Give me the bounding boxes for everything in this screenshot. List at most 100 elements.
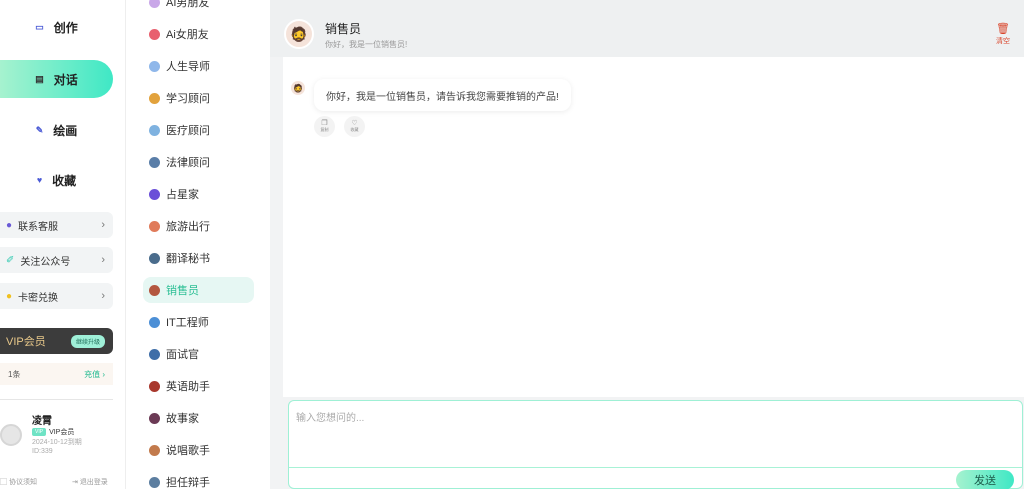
vip-badge: VIP xyxy=(32,428,47,436)
role-item[interactable]: IT工程师 xyxy=(143,309,254,335)
card-redeem-button[interactable]: ● 卡密兑换 › xyxy=(0,283,113,309)
side-button-label: 联系客服 xyxy=(18,221,59,233)
role-avatar-icon xyxy=(149,316,160,328)
people-icon: ● xyxy=(6,219,13,231)
nav-item-label: 收藏 xyxy=(52,173,77,188)
role-item[interactable]: 担任辩手 xyxy=(143,469,254,489)
vip-upgrade-button[interactable]: 继续升级 xyxy=(70,335,105,348)
logout-link[interactable]: ⇥ 退出登录 xyxy=(72,477,108,487)
nav-item-draw[interactable]: ✎ 绘画 xyxy=(0,111,113,149)
vip-count: 1条 xyxy=(8,369,21,379)
chat-icon: ▤ xyxy=(35,73,44,84)
follow-account-button[interactable]: ✐ 关注公众号 › xyxy=(0,247,113,273)
role-avatar-icon xyxy=(149,156,160,168)
nav-item-create[interactable]: ▭ 创作 xyxy=(0,8,113,46)
role-item[interactable]: 占星家 xyxy=(143,181,254,207)
copy-button[interactable]: ❐ 复制 xyxy=(314,116,335,137)
nav-item-favorites[interactable]: ♥ 收藏 xyxy=(0,161,113,199)
chevron-right-icon: › xyxy=(101,219,105,231)
role-label: 翻译秘书 xyxy=(166,253,210,265)
role-avatar-icon xyxy=(149,476,160,488)
role-item[interactable]: 人生导师 xyxy=(143,53,254,79)
avatar[interactable] xyxy=(0,424,22,446)
role-avatar-icon xyxy=(149,348,160,360)
favorite-button[interactable]: ♡ 收藏 xyxy=(344,116,365,137)
chat-header: 🧔 销售员 你好，我是一位销售员! 🗑 清空 xyxy=(270,0,1024,57)
role-avatar-icon xyxy=(149,284,160,296)
agreement-link[interactable]: ▢ 协议须知 xyxy=(0,477,37,487)
side-button-label: 关注公众号 xyxy=(20,256,71,268)
role-label: 法律顾问 xyxy=(166,157,210,169)
vip-card: VIP会员 继续升级 xyxy=(0,328,113,354)
role-item[interactable]: 英语助手 xyxy=(143,373,254,399)
role-avatar-icon xyxy=(149,28,160,40)
role-label: 人生导师 xyxy=(166,61,210,73)
chat-subtitle: 你好，我是一位销售员! xyxy=(325,40,408,49)
role-item[interactable]: 说唱歌手 xyxy=(143,437,254,463)
role-avatar-icon xyxy=(149,220,160,232)
role-item[interactable]: Ai女朋友 xyxy=(143,21,254,47)
role-avatar-icon xyxy=(149,188,160,200)
chevron-right-icon: › xyxy=(101,290,105,302)
divider xyxy=(0,399,113,400)
role-list: AI男朋友 Ai女朋友人生导师学习顾问医疗顾问法律顾问占星家旅游出行翻译秘书销售员… xyxy=(127,0,270,489)
role-item[interactable]: 旅游出行 xyxy=(143,213,254,239)
role-item[interactable]: AI男朋友 xyxy=(143,0,254,15)
role-label: 英语助手 xyxy=(166,381,210,393)
app-root: ▭ 创作 ▤ 对话 ✎ 绘画 ♥ 收藏 ● 联系客服 › ✐ 关注公众号 › ●… xyxy=(0,0,1024,489)
role-avatar-icon xyxy=(149,0,160,8)
chat-title: 销售员 xyxy=(325,22,362,36)
role-label: 担任辩手 xyxy=(166,477,210,489)
role-label: 学习顾问 xyxy=(166,93,210,105)
role-label: 占星家 xyxy=(166,189,199,201)
role-item[interactable]: 学习顾问 xyxy=(143,85,254,111)
contact-support-button[interactable]: ● 联系客服 › xyxy=(0,212,113,238)
role-label: 说唱歌手 xyxy=(166,445,210,457)
nav-item-chat[interactable]: ▤ 对话 xyxy=(0,60,113,98)
role-avatar-icon xyxy=(149,124,160,136)
message-bubble: 你好，我是一位销售员，请告诉我您需要推销的产品! xyxy=(314,79,571,111)
clear-label: 清空 xyxy=(996,38,1010,45)
nav-item-label: 对话 xyxy=(53,72,78,87)
role-item[interactable]: 医疗顾问 xyxy=(143,117,254,143)
role-item[interactable]: 面试官 xyxy=(143,341,254,367)
role-avatar-icon xyxy=(149,412,160,424)
role-label: 旅游出行 xyxy=(166,221,210,233)
message-input[interactable] xyxy=(289,401,1022,465)
heart-outline-icon: ♡ xyxy=(351,120,358,127)
vip-balance: 1条 充值 › xyxy=(0,363,113,385)
user-name: 凌霄 xyxy=(32,416,52,427)
divider xyxy=(289,467,1022,468)
user-level: VIP VIP会员 xyxy=(32,427,74,437)
user-level-label: VIP会员 xyxy=(49,429,75,436)
chevron-right-icon: › xyxy=(101,254,105,266)
user-expiry: 2024-10-12到期 xyxy=(32,439,82,446)
recharge-link[interactable]: 充值 › xyxy=(84,369,105,380)
role-label: 面试官 xyxy=(166,349,199,361)
nav-item-label: 创作 xyxy=(53,20,78,35)
clear-button[interactable]: 🗑 清空 xyxy=(996,22,1010,46)
role-label: 医疗顾问 xyxy=(166,125,210,137)
user-id: ID:339 xyxy=(32,448,53,455)
copy-icon: ❐ xyxy=(321,120,328,127)
pen-icon: ✐ xyxy=(6,254,15,266)
role-label: 销售员 xyxy=(166,285,199,297)
send-button[interactable]: 发送 xyxy=(956,470,1014,489)
role-avatar-icon xyxy=(149,252,160,264)
brush-icon: ✎ xyxy=(35,124,44,135)
role-item[interactable]: 销售员 xyxy=(143,277,254,303)
avatar: 🧔 xyxy=(291,81,305,95)
role-item[interactable]: 翻译秘书 xyxy=(143,245,254,271)
side-button-label: 卡密兑换 xyxy=(18,292,59,304)
avatar: 🧔 xyxy=(284,19,314,49)
role-item[interactable]: 故事家 xyxy=(143,405,254,431)
role-avatar-icon xyxy=(149,92,160,104)
vip-title: VIP会员 xyxy=(6,336,46,348)
nav-item-label: 绘画 xyxy=(53,123,78,138)
card-icon: ▭ xyxy=(35,21,44,32)
role-label: AI男朋友 xyxy=(166,0,210,9)
heart-icon: ♥ xyxy=(36,175,43,185)
role-label: Ai女朋友 xyxy=(166,29,209,41)
role-item[interactable]: 法律顾问 xyxy=(143,149,254,175)
user-profile: 凌霄 VIP VIP会员 2024-10-12到期 ID:339 xyxy=(0,410,120,460)
